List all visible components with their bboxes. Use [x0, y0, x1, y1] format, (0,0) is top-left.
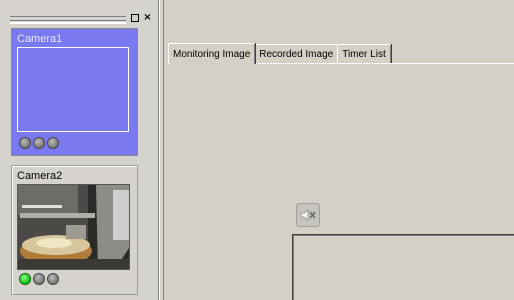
status-dot-icon [33, 273, 45, 285]
camera-sidebar: × Camera1 Camera2 [0, 0, 164, 300]
status-dot-icon [19, 137, 31, 149]
camera-card-1[interactable]: Camera1 [11, 28, 138, 156]
monitoring-view-panel[interactable] [292, 234, 514, 300]
camera-card-2[interactable]: Camera2 [11, 165, 138, 295]
camera-status-indicators [19, 273, 59, 285]
tab-timer-list[interactable]: Timer List [337, 44, 391, 63]
camera-title: Camera2 [17, 170, 63, 182]
close-button[interactable]: × [143, 13, 152, 23]
tab-monitoring-image[interactable]: Monitoring Image [168, 43, 256, 64]
tab-recorded-image[interactable]: Recorded Image [254, 44, 339, 63]
status-dot-icon [33, 137, 45, 149]
sidebar-splitter[interactable] [158, 0, 160, 300]
camera-status-indicators [19, 137, 59, 149]
camera-preview[interactable] [17, 184, 130, 270]
status-dot-icon [19, 273, 31, 285]
status-dot-icon [47, 137, 59, 149]
camera-thumbnail-image [18, 185, 129, 269]
mute-button[interactable] [296, 203, 320, 227]
camera-title: Camera1 [17, 33, 63, 45]
monitoring-view-bevel [293, 235, 514, 300]
restore-button[interactable] [131, 14, 139, 22]
speaker-mute-icon [300, 209, 316, 221]
status-dot-icon [47, 273, 59, 285]
toolbar-gripper-line [10, 20, 126, 24]
view-tabs: Monitoring Image Recorded Image Timer Li… [168, 43, 391, 64]
sidebar-divider [163, 0, 164, 300]
camera-preview[interactable] [17, 47, 129, 132]
